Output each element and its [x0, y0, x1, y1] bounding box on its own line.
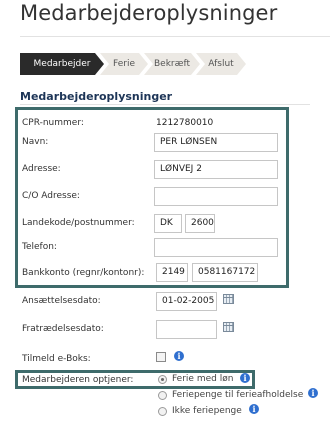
- info-icon[interactable]: i: [308, 388, 318, 398]
- wizard-step-afslut[interactable]: Afslut: [196, 53, 246, 75]
- info-icon[interactable]: i: [249, 404, 259, 414]
- address-field[interactable]: LØNVEJ 2: [154, 160, 278, 179]
- co-address-field[interactable]: [154, 187, 278, 206]
- phone-label: Telefon:: [22, 242, 57, 252]
- eboks-checkbox[interactable]: [156, 352, 166, 362]
- country-code-field[interactable]: DK: [154, 214, 182, 233]
- heading-divider: [20, 104, 310, 105]
- title-divider: [20, 36, 330, 37]
- wizard-step-medarbejder[interactable]: Medarbejder: [20, 53, 104, 75]
- resignation-date-label: Fratrædelsesdato:: [22, 324, 104, 334]
- vacation-radio-ferie-med-loen[interactable]: [158, 375, 167, 384]
- page-title: Medarbejderoplysninger: [20, 1, 278, 25]
- vacation-option-label: Ferie med løn: [172, 374, 234, 384]
- name-field[interactable]: PER LØNSEN: [154, 133, 278, 152]
- info-icon[interactable]: i: [240, 373, 250, 383]
- co-address-label: C/O Adresse:: [22, 191, 80, 201]
- postal-label: Landekode/postnummer:: [22, 218, 135, 228]
- postal-code-field[interactable]: 2600: [185, 214, 215, 233]
- cpr-value: 1212780010: [156, 118, 214, 128]
- vacation-option-label: Feriepenge til ferieafholdelse: [172, 390, 304, 400]
- eboks-label: Tilmeld e-Boks:: [22, 354, 91, 364]
- wizard-step-label: Bekræft: [154, 59, 190, 69]
- bank-account-field[interactable]: 0581167172: [192, 263, 258, 282]
- name-label: Navn:: [22, 137, 49, 147]
- employment-date-field[interactable]: 01-02-2005: [156, 292, 217, 311]
- phone-field[interactable]: [154, 238, 278, 257]
- wizard-step-label: Medarbejder: [33, 59, 91, 69]
- vacation-radio-ikke-feriepenge[interactable]: [158, 407, 167, 416]
- wizard-steps: Medarbejder Ferie Bekræft Afslut: [20, 53, 242, 75]
- vacation-label: Medarbejderen optjener:: [22, 375, 134, 385]
- wizard-step-label: Afslut: [208, 59, 234, 69]
- vacation-option-label: Ikke feriepenge: [172, 406, 242, 416]
- bank-reg-field[interactable]: 2149: [156, 263, 188, 282]
- calendar-icon[interactable]: [223, 294, 234, 304]
- wizard-step-label: Ferie: [113, 59, 135, 69]
- resignation-date-field[interactable]: [156, 320, 217, 339]
- info-icon[interactable]: i: [174, 351, 184, 361]
- wizard-step-bekraeft[interactable]: Bekræft: [144, 53, 200, 75]
- wizard-step-ferie[interactable]: Ferie: [100, 53, 148, 75]
- employment-date-label: Ansættelsesdato:: [22, 296, 101, 306]
- cpr-label: CPR-nummer:: [22, 118, 84, 128]
- vacation-radio-feriepenge[interactable]: [158, 391, 167, 400]
- calendar-icon[interactable]: [223, 322, 234, 332]
- bank-label: Bankkonto (regnr/kontonr):: [22, 268, 145, 278]
- section-heading: Medarbejderoplysninger: [20, 90, 173, 103]
- address-label: Adresse:: [22, 164, 61, 174]
